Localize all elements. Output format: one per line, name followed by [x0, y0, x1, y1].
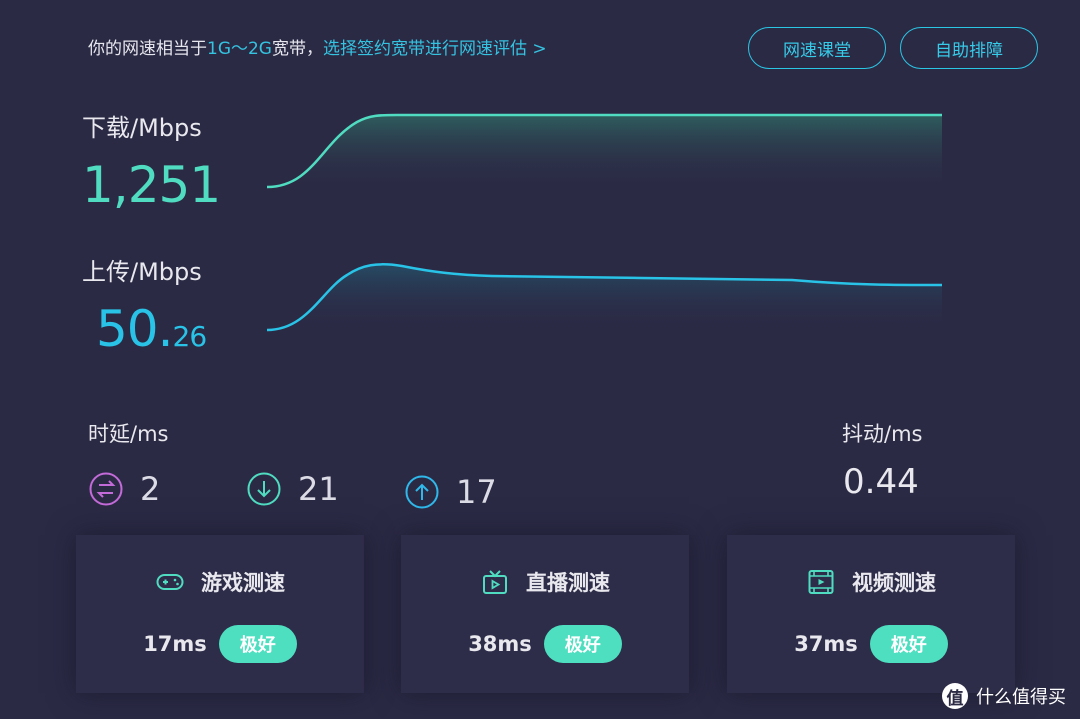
speed-range: 1G～2G: [207, 39, 272, 59]
video-icon: [808, 570, 834, 594]
watermark-text: 什么值得买: [976, 687, 1066, 708]
summary-suffix: 宽带，: [271, 39, 323, 59]
upload-value-int: 50.: [96, 300, 174, 358]
down-arrow-icon: [247, 472, 281, 506]
card-latency: 37ms: [794, 632, 858, 656]
upload-value: 50.26: [96, 300, 208, 358]
upload-label: 上传/Mbps: [82, 258, 202, 286]
live-speed-card[interactable]: 直播测速 38ms 极好: [401, 535, 689, 693]
latency-item-down: 21: [246, 470, 339, 508]
gamepad-icon: [156, 574, 184, 590]
swap-icon: [89, 472, 123, 506]
jitter-label: 抖动/ms: [842, 422, 923, 446]
card-value-row: 17ms 极好: [76, 625, 364, 663]
card-latency: 17ms: [143, 632, 207, 656]
card-title: 视频测速: [852, 571, 936, 595]
network-speed-summary: 你的网速相当于1G～2G宽带，选择签约宽带进行网速评估 >: [88, 34, 547, 59]
up-arrow-icon: [405, 475, 439, 509]
video-speed-card[interactable]: 视频测速 37ms 极好: [727, 535, 1015, 693]
summary-prefix: 你的网速相当于: [88, 39, 207, 59]
card-title-row: 视频测速: [727, 567, 1015, 597]
latency-label: 时延/ms: [88, 422, 169, 446]
card-title: 直播测速: [526, 571, 610, 595]
download-value: 1,251: [82, 156, 221, 214]
watermark-logo: 值: [942, 683, 968, 709]
card-value-row: 37ms 极好: [727, 625, 1015, 663]
upload-speed-chart: [266, 263, 943, 332]
self-troubleshoot-button[interactable]: 自助排障: [900, 27, 1038, 69]
latency-value: 2: [140, 470, 161, 508]
latency-item-up: 17: [404, 473, 497, 511]
download-speed-chart: [266, 113, 942, 190]
tv-icon: [483, 570, 507, 594]
jitter-value: 0.44: [843, 462, 919, 502]
latency-down-value: 21: [298, 470, 339, 508]
evaluate-link[interactable]: 选择签约宽带进行网速评估 >: [323, 39, 547, 59]
game-speed-card[interactable]: 游戏测速 17ms 极好: [76, 535, 364, 693]
card-value-row: 38ms 极好: [401, 625, 689, 663]
speed-course-button[interactable]: 网速课堂: [748, 27, 886, 69]
rating-badge: 极好: [869, 625, 948, 663]
rating-badge: 极好: [543, 625, 622, 663]
upload-value-decimal: 26: [172, 320, 208, 353]
latency-up-value: 17: [456, 473, 497, 511]
latency-item-swap: 2: [88, 470, 160, 508]
card-title: 游戏测速: [201, 571, 285, 595]
rating-badge: 极好: [218, 625, 297, 663]
download-label: 下载/Mbps: [82, 114, 202, 142]
card-title-row: 直播测速: [401, 567, 689, 597]
watermark: 值 什么值得买: [942, 683, 1066, 709]
card-title-row: 游戏测速: [76, 567, 364, 597]
card-latency: 38ms: [468, 632, 532, 656]
